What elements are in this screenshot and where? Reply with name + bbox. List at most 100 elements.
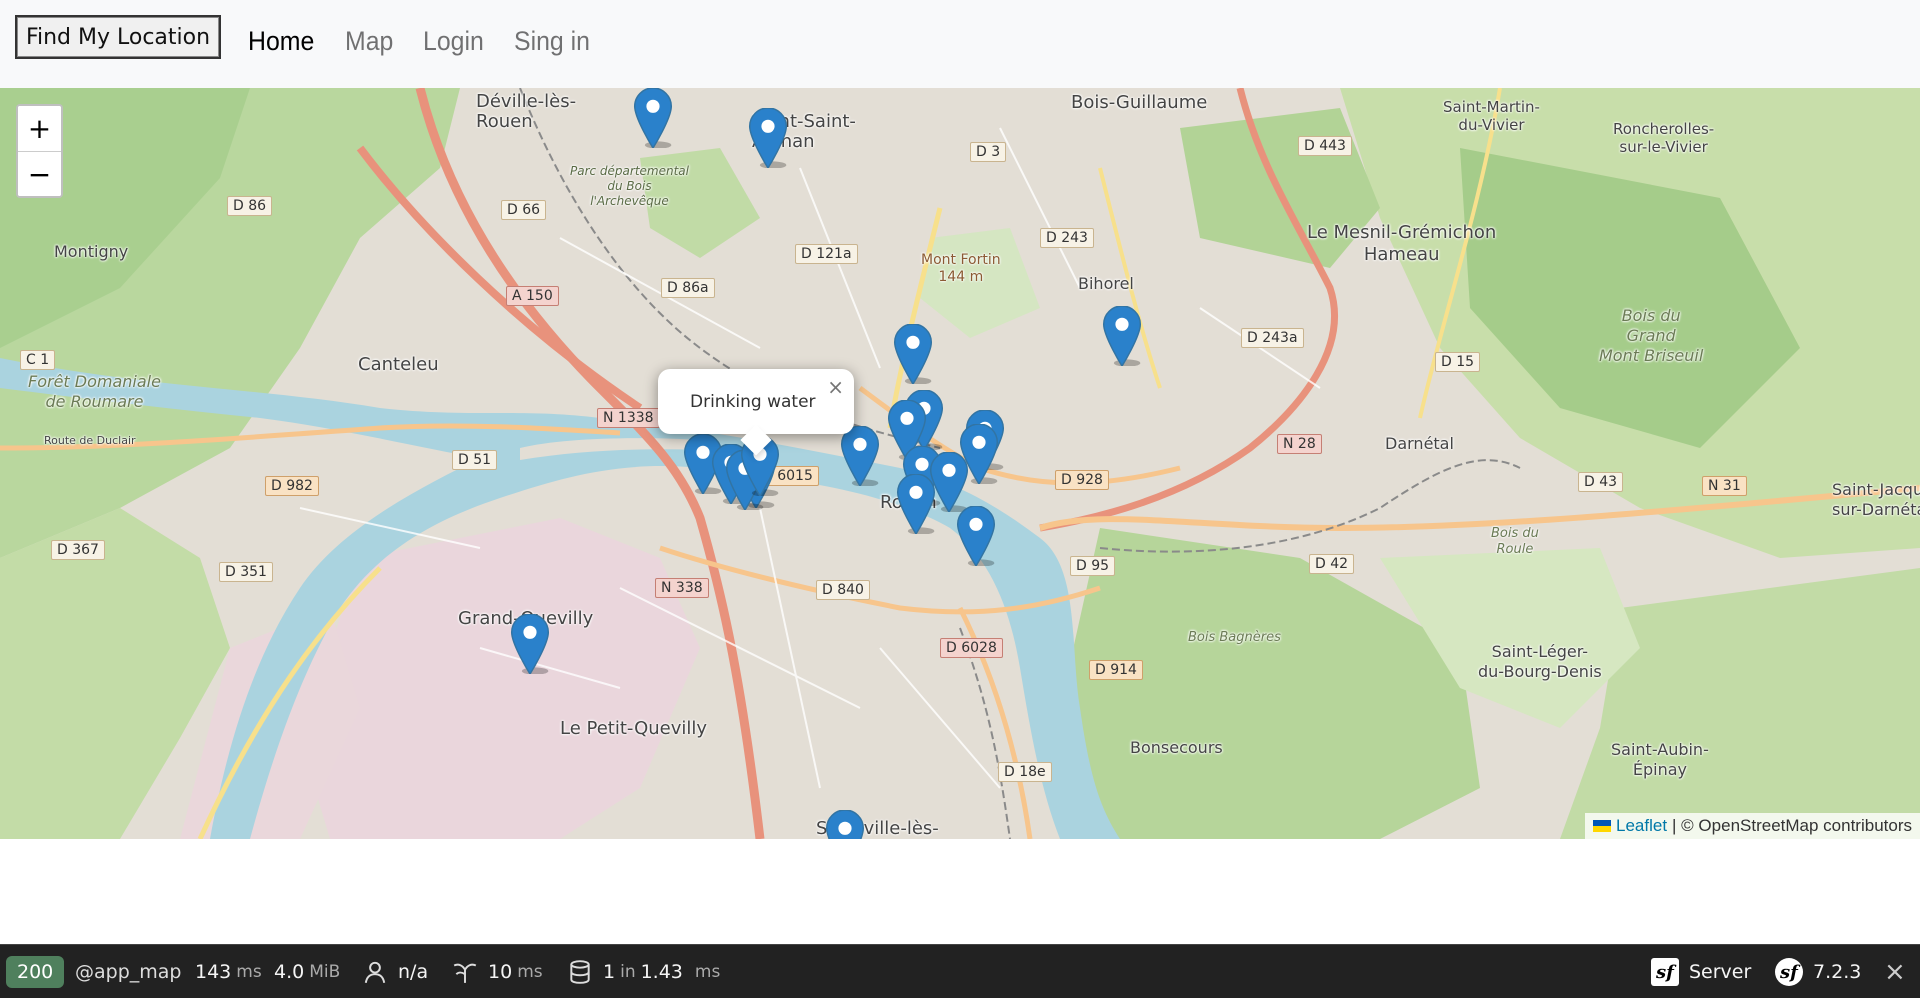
map-marker-icon[interactable]	[747, 108, 789, 168]
db-in: in	[620, 962, 636, 982]
road-shield: D 914	[1089, 660, 1143, 680]
road-shield: D 15	[1435, 352, 1481, 372]
place-label-foret-roumare: Forêt Domaniale de Roumare	[28, 372, 161, 411]
toolbar-route[interactable]: @app_map	[75, 945, 181, 999]
road-shield: D 95	[1070, 556, 1116, 576]
user-value: n/a	[398, 961, 429, 983]
place-label-montigny: Montigny	[54, 242, 129, 261]
map-marker-icon[interactable]	[1101, 306, 1143, 366]
road-shield: D 243	[1040, 228, 1094, 248]
debug-toolbar: 200 @app_map 143 ms 4.0 MiB n/a 10 ms 1 …	[0, 944, 1920, 998]
nav-links: Home Map Login Sing in	[248, 26, 621, 57]
zoom-in-button[interactable]: +	[18, 106, 61, 151]
place-label-parc-departemental: Parc départemental du Bois l'Archevêque	[570, 164, 689, 208]
memory-value: 4.0	[274, 961, 305, 983]
road-shield: D 367	[51, 540, 105, 560]
symfony-logo-icon: sf	[1775, 958, 1803, 986]
leaflet-link[interactable]: Leaflet	[1616, 816, 1667, 836]
road-shield: D 18e	[998, 762, 1052, 782]
nav-link-login[interactable]: Login	[423, 26, 484, 57]
place-label-bois-roule: Bois du Roule	[1491, 526, 1539, 557]
place-label-bois-bagneres: Bois Bagnères	[1188, 630, 1281, 645]
place-label-bois-grand: Bois du Grand Mont Briseuil	[1599, 306, 1704, 365]
road-shield: D 982	[265, 476, 319, 496]
toolbar-version[interactable]: sf 7.2.3	[1775, 945, 1861, 999]
top-navbar: Find My Location Home Map Login Sing in	[0, 0, 1920, 88]
nav-link-map[interactable]: Map	[345, 26, 393, 57]
toolbar-time[interactable]: 143 ms	[195, 945, 262, 999]
road-shield: D 66	[501, 200, 547, 220]
road-shield: D 928	[1055, 470, 1109, 490]
marker-popup: Drinking water ×	[658, 369, 854, 456]
place-label-route-duclair: Route de Duclair	[44, 434, 136, 447]
road-shield: N 338	[655, 578, 709, 598]
map-marker-icon[interactable]	[955, 506, 997, 566]
toolbar-close-button[interactable]: ×	[1884, 945, 1906, 999]
place-label-saint-martin: Saint-Martin- du-Vivier	[1443, 98, 1540, 134]
road-shield: D 840	[816, 580, 870, 600]
popup-text: Drinking water	[690, 392, 816, 412]
map-marker-icon[interactable]	[509, 614, 551, 674]
road-shield: C 1	[20, 350, 56, 370]
road-shield: D 6028	[940, 638, 1003, 658]
place-label-roncherolles: Roncherolles- sur-le-Vivier	[1613, 120, 1715, 156]
toolbar-twig[interactable]: 10 ms	[452, 945, 543, 999]
road-shield: D 42	[1309, 554, 1355, 574]
symfony-version: 7.2.3	[1813, 961, 1862, 983]
db-count: 1	[603, 961, 616, 983]
find-my-location-button[interactable]: Find My Location	[15, 15, 221, 59]
map-attribution: Leaflet | © OpenStreetMap contributors	[1585, 813, 1920, 839]
map-marker-icon[interactable]	[839, 426, 881, 486]
toolbar-status[interactable]: 200	[6, 945, 65, 999]
twig-unit: ms	[517, 962, 543, 982]
road-shield: D 3	[970, 142, 1007, 162]
road-shield: D 243a	[1241, 328, 1304, 348]
memory-unit: MiB	[309, 962, 341, 982]
place-label-saint-leger: Saint-Léger- du-Bourg-Denis	[1478, 642, 1602, 681]
db-time: 1.43	[640, 961, 683, 983]
server-label: Server	[1689, 961, 1752, 983]
road-shield: N 28	[1277, 434, 1322, 454]
nav-link-home[interactable]: Home	[248, 26, 314, 57]
nav-link-sign-in[interactable]: Sing in	[514, 26, 590, 57]
status-badge: 200	[6, 956, 65, 988]
time-value: 143	[195, 961, 232, 983]
zoom-out-button[interactable]: −	[18, 151, 61, 196]
route-name: @app_map	[75, 961, 182, 983]
place-label-canteleu: Canteleu	[358, 354, 439, 375]
twig-leaf-icon	[453, 963, 477, 983]
place-label-bonsecours: Bonsecours	[1130, 738, 1223, 757]
place-label-mont-fortin: Mont Fortin 144 m	[921, 252, 1001, 285]
map-marker-icon[interactable]	[892, 324, 934, 384]
symfony-server-icon: sf	[1651, 958, 1679, 986]
popup-close-button[interactable]: ×	[827, 375, 844, 399]
road-shield: D 121a	[795, 244, 858, 264]
toolbar-database[interactable]: 1 in 1.43 ms	[567, 945, 720, 999]
map-marker-icon[interactable]	[632, 88, 674, 148]
twig-value: 10	[488, 961, 513, 983]
user-icon	[364, 961, 386, 984]
db-unit: ms	[694, 962, 721, 982]
toolbar-server[interactable]: sf Server	[1651, 945, 1751, 999]
toolbar-memory[interactable]: 4.0 MiB	[274, 945, 340, 999]
road-shield: D 351	[219, 562, 273, 582]
map-marker-icon[interactable]	[824, 810, 866, 839]
road-shield: A 150	[506, 286, 559, 306]
road-shield: D 43	[1578, 472, 1624, 492]
road-shield: N 31	[1702, 476, 1747, 496]
road-shield: D 86a	[661, 278, 715, 298]
toolbar-user[interactable]: n/a	[362, 945, 428, 999]
time-unit: ms	[236, 962, 262, 982]
place-label-mesnil: Le Mesnil-Grémichon Hameau	[1307, 222, 1497, 265]
place-label-darnetal: Darnétal	[1385, 434, 1454, 453]
road-shield: D 51	[452, 450, 498, 470]
database-icon	[570, 960, 590, 984]
place-label-bois-guillaume: Bois-Guillaume	[1071, 92, 1208, 113]
place-label-saint-aubin: Saint-Aubin- Épinay	[1611, 740, 1709, 779]
map-marker-icon[interactable]	[895, 474, 937, 534]
place-label-petit-quevilly: Le Petit-Quevilly	[560, 718, 708, 739]
map-view[interactable]: Déville-lès- Rouen Mont-Saint- Aignan Bo…	[0, 88, 1920, 839]
osm-attribution-text: | © OpenStreetMap contributors	[1672, 816, 1912, 835]
ukraine-flag-icon	[1593, 820, 1611, 832]
road-shield: D 86	[227, 196, 273, 216]
